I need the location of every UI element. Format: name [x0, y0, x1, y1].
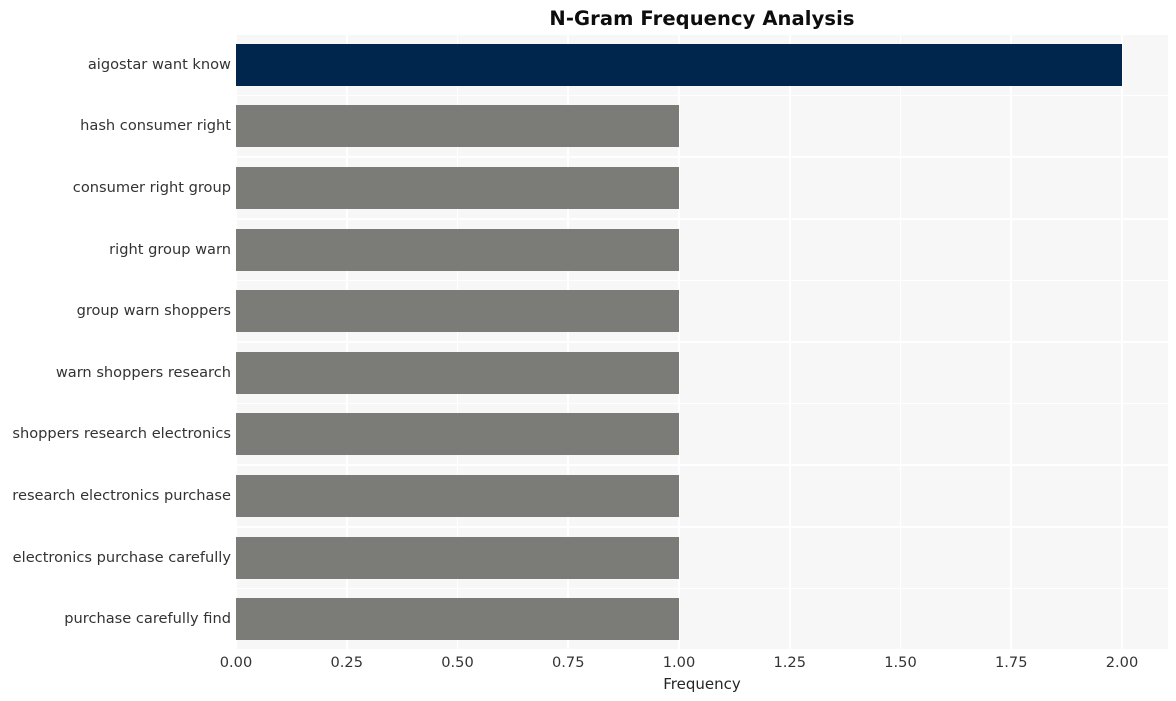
y-axis-tick-label: right group warn [109, 240, 231, 258]
x-axis-tick-label: 1.50 [884, 654, 917, 671]
y-gridline [236, 218, 1168, 220]
chart-figure: N-Gram Frequency Analysis aigostar want … [0, 0, 1176, 701]
bar[interactable] [236, 413, 679, 456]
y-axis-tick-label: warn shoppers research [55, 363, 231, 381]
y-gridline [236, 34, 1168, 35]
bar[interactable] [236, 536, 679, 579]
y-axis-tick-label: consumer right group [72, 179, 231, 196]
bar[interactable] [236, 43, 1122, 86]
y-axis-tick-label: electronics purchase carefully [12, 548, 231, 566]
y-axis-tick-label: research electronics purchase [12, 487, 231, 504]
y-gridline [236, 464, 1168, 466]
bar[interactable] [236, 351, 679, 394]
x-axis-label: Frequency [663, 675, 741, 693]
plot-area [236, 34, 1168, 650]
bar[interactable] [236, 598, 679, 641]
x-axis-tick-label: 0.00 [219, 654, 253, 671]
x-axis-tick-label: 2.00 [1105, 654, 1139, 671]
y-gridline [236, 279, 1168, 282]
y-gridline [236, 402, 1168, 405]
bar[interactable] [236, 290, 679, 333]
y-axis-tick-label: aigostar want know [87, 55, 231, 73]
x-axis-tick-label: 1.75 [995, 654, 1028, 671]
y-axis-tick-label: shoppers research electronics [12, 425, 231, 443]
y-gridline [236, 587, 1168, 590]
x-axis-tick-label: 1.25 [773, 654, 807, 671]
y-gridline [236, 156, 1168, 158]
x-axis-tick-label: 0.75 [552, 654, 585, 671]
y-gridline [236, 649, 1168, 650]
bar[interactable] [236, 228, 679, 271]
x-axis-tick-label: 1.00 [662, 654, 696, 671]
y-gridline [236, 94, 1168, 97]
y-gridline [236, 526, 1168, 528]
x-axis-tick-label: 0.50 [441, 654, 474, 671]
y-axis-tick-label: group warn shoppers [76, 302, 231, 320]
y-axis-tick-label: hash consumer right [80, 117, 231, 135]
y-axis-tick-label: purchase carefully find [64, 610, 231, 628]
y-gridline [236, 341, 1168, 343]
x-axis-tick-label: 0.25 [330, 654, 364, 671]
bar[interactable] [236, 105, 679, 148]
bar[interactable] [236, 167, 679, 209]
bar[interactable] [236, 475, 679, 517]
chart-title: N-Gram Frequency Analysis [549, 7, 855, 30]
